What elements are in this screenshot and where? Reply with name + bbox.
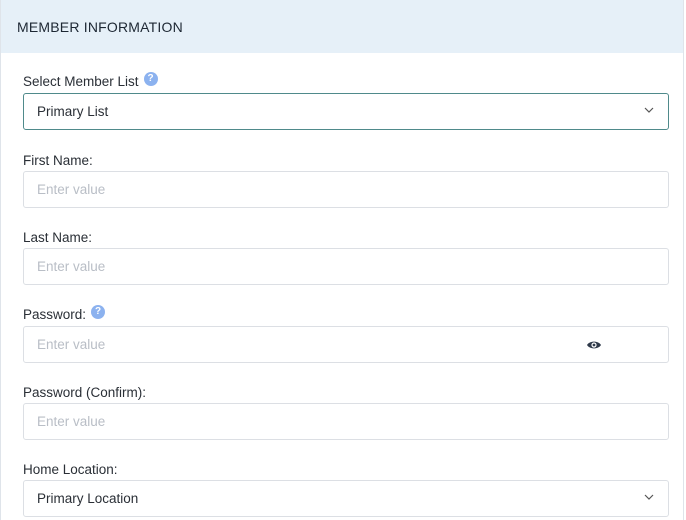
last-name-placeholder: Enter value [37,259,106,274]
first-name-label-row: First Name: [23,153,93,168]
last-name-label-row: Last Name: [23,230,92,245]
chevron-down-icon [644,494,654,500]
member-list-label-row: Select Member List ? [23,71,158,89]
password-help-icon[interactable]: ? [91,304,106,319]
first-name-label: First Name: [23,153,93,168]
password-confirm-label: Password (Confirm): [23,385,147,400]
chevron-down-icon [644,107,654,113]
password-confirm-placeholder: Enter value [37,414,106,429]
password-field[interactable]: Enter value [23,326,669,363]
member-list-selected-value: Primary List [37,104,109,119]
last-name-field[interactable]: Enter value [23,248,669,285]
member-list-label: Select Member List [23,74,139,89]
member-list-select[interactable]: Primary List [23,93,669,130]
password-confirm-field[interactable]: Enter value [23,403,669,440]
first-name-field[interactable]: Enter value [23,171,669,208]
password-label-row: Password: ? [23,304,106,322]
password-confirm-label-row: Password (Confirm): [23,385,146,400]
home-location-select[interactable]: Primary Location [23,480,669,517]
home-location-label-row: Home Location: [23,462,118,477]
section-title: MEMBER INFORMATION [17,18,183,35]
password-placeholder: Enter value [37,337,106,352]
eye-icon[interactable] [586,337,602,353]
password-label: Password: [23,307,87,322]
last-name-label: Last Name: [23,230,93,245]
home-location-label: Home Location: [23,462,118,477]
member-information-panel: MEMBER INFORMATION Select Member List ? … [0,0,684,520]
member-list-help-icon[interactable]: ? [143,71,158,86]
first-name-placeholder: Enter value [37,182,106,197]
section-header: MEMBER INFORMATION [1,0,683,53]
home-location-selected-value: Primary Location [37,491,139,506]
